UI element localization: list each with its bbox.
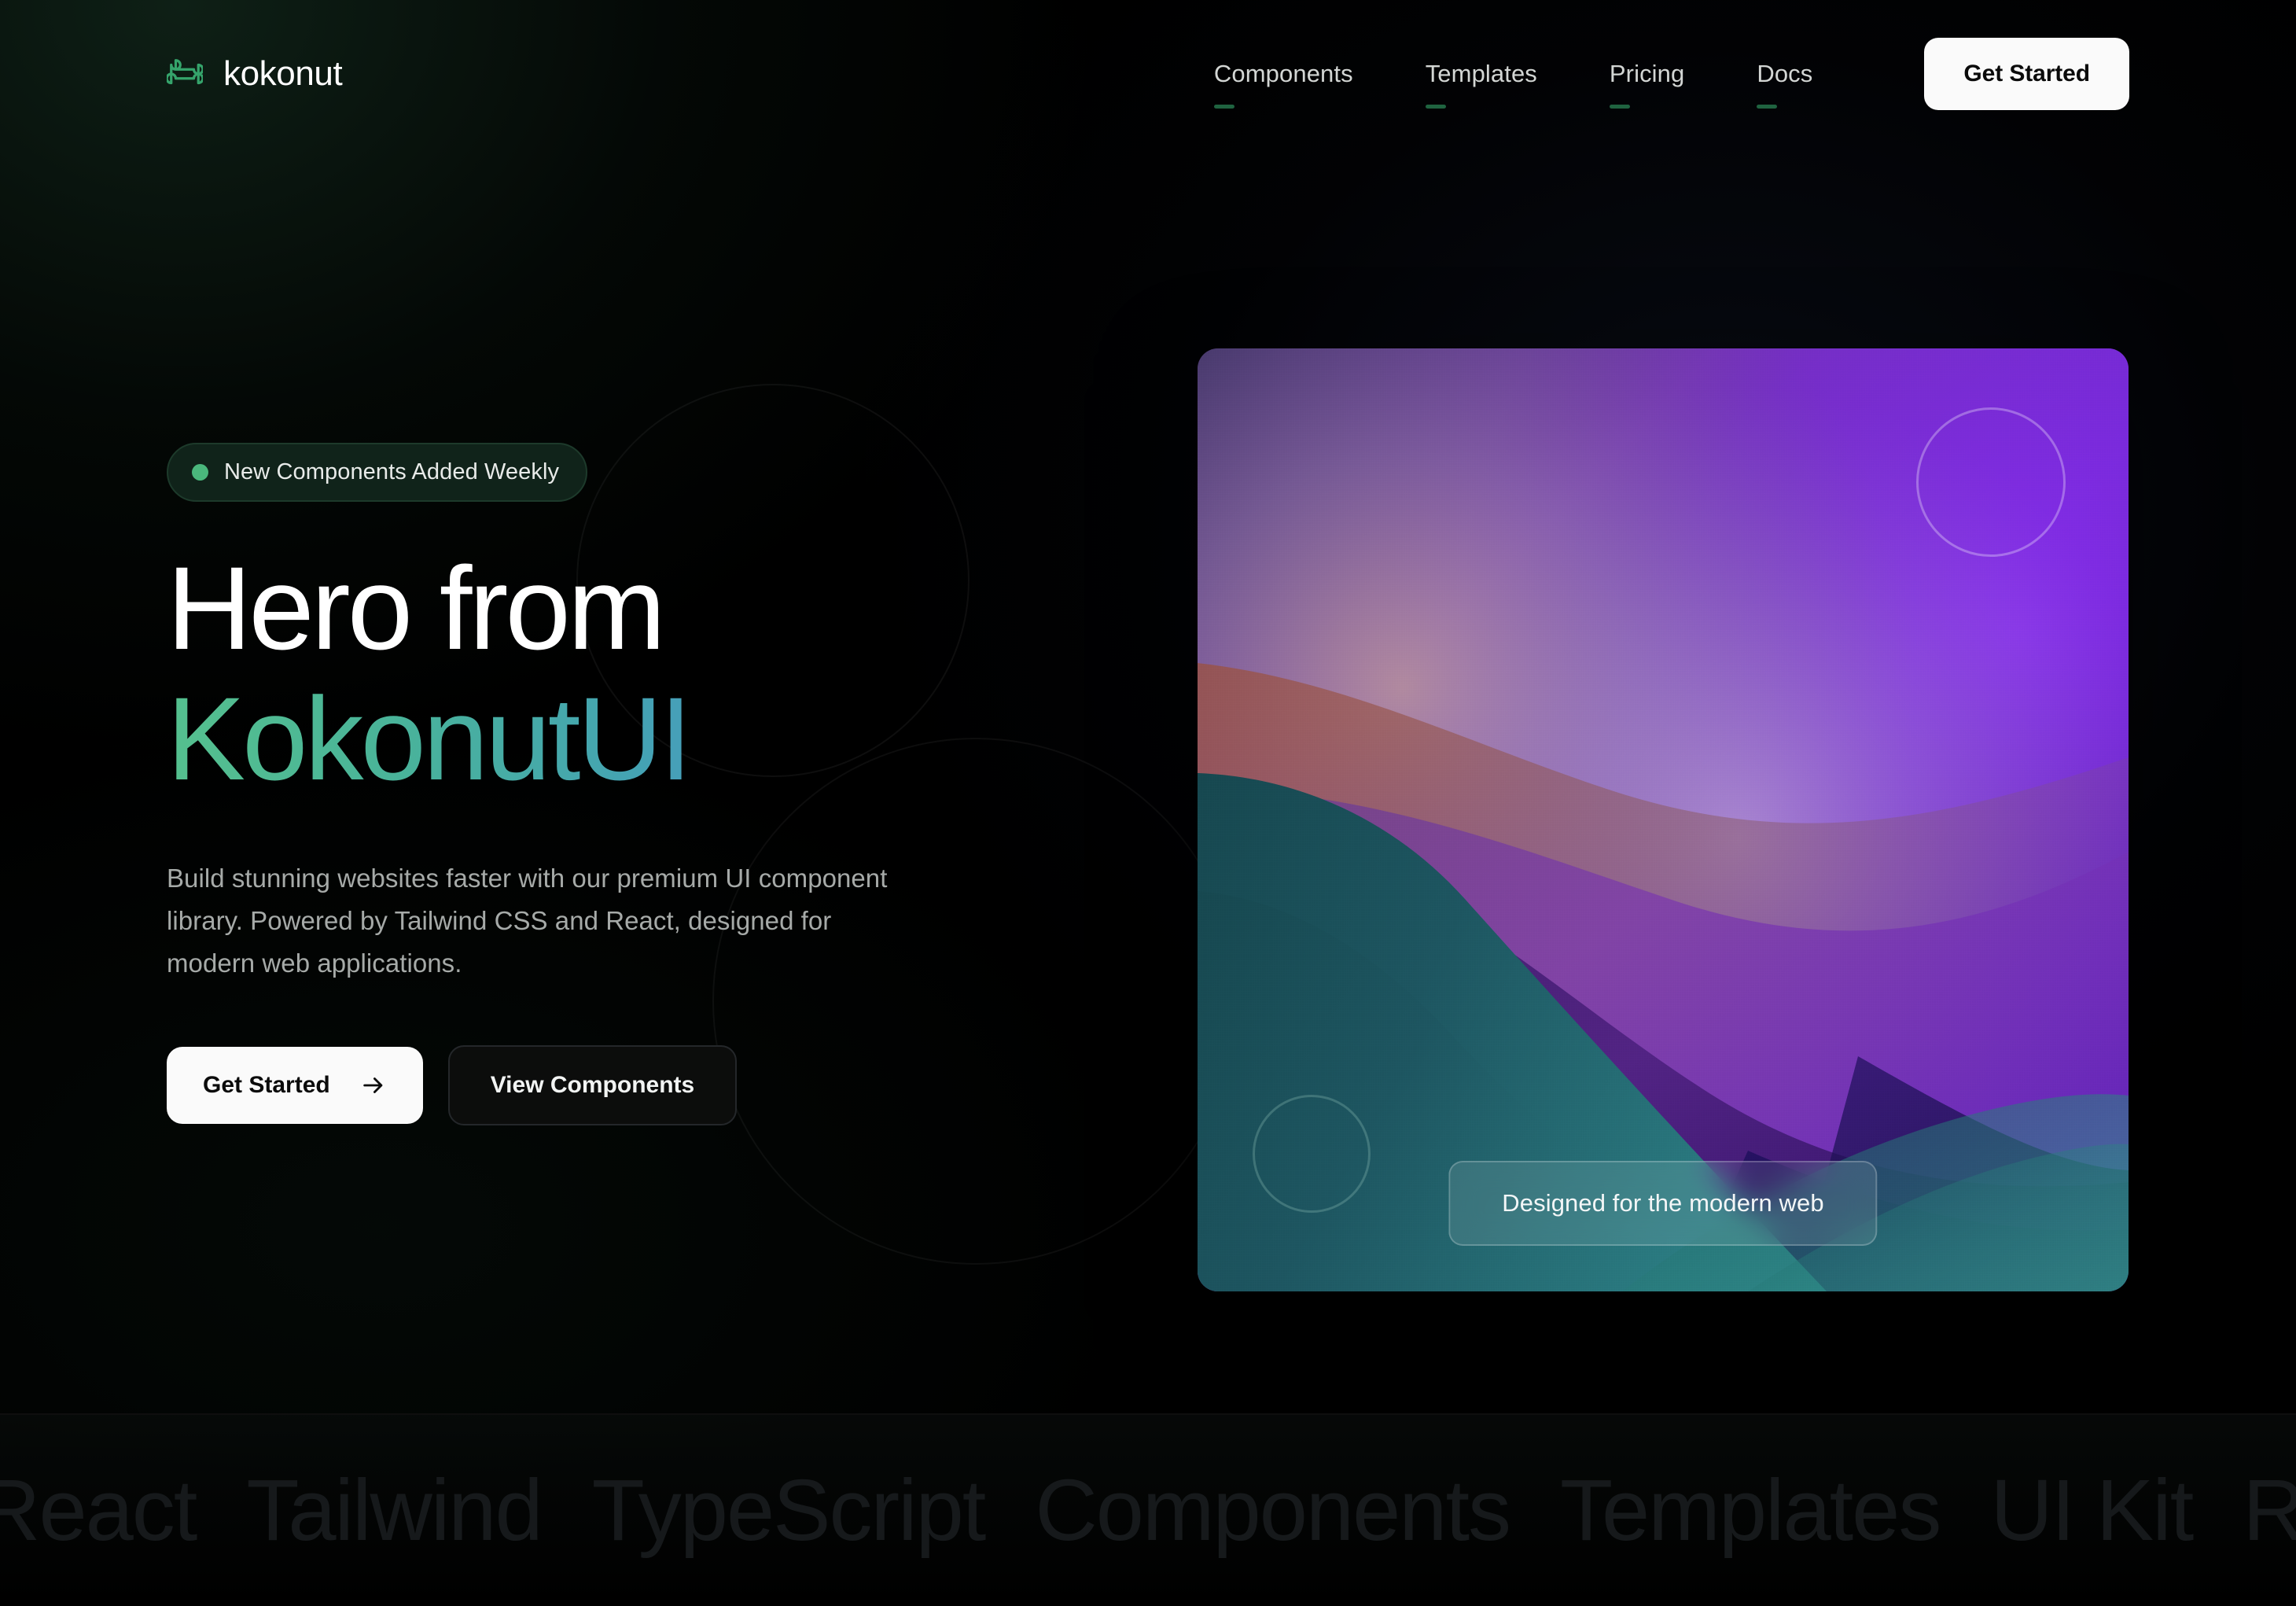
nav-item-templates[interactable]: Templates: [1389, 60, 1573, 109]
primary-navigation: Components Templates Pricing Docs: [1178, 60, 1849, 109]
nav-underline-components: [1213, 105, 1234, 109]
marquee-word: TypeScript: [591, 1461, 987, 1559]
announcement-badge[interactable]: New Components Added Weekly: [167, 443, 588, 502]
nav-underline-pricing: [1609, 105, 1630, 109]
brand-logo[interactable]: kokonut: [167, 54, 343, 94]
command-icon: [167, 59, 203, 85]
hero-get-started-button[interactable]: Get Started: [167, 1047, 423, 1125]
nav-underline-docs: [1757, 105, 1778, 109]
hero-get-started-label: Get Started: [203, 1072, 330, 1099]
hero-content: New Components Added Weekly Hero from Ko…: [167, 443, 1071, 1126]
marquee-track: React Tailwind TypeScript Components Tem…: [0, 1461, 2296, 1559]
hero-cta-row: Get Started View Components: [167, 1045, 1071, 1126]
header-get-started-button[interactable]: Get Started: [1924, 38, 2129, 110]
nav-item-docs[interactable]: Docs: [1720, 60, 1849, 109]
marquee-word: Templates: [1560, 1461, 1941, 1559]
announcement-badge-label: New Components Added Weekly: [224, 459, 560, 484]
hero-heading: Hero from KokonutUI: [167, 549, 1071, 797]
marquee-word: Tailwind: [246, 1461, 543, 1559]
hero-heading-line-2: KokonutUI: [167, 680, 1071, 797]
nav-item-components[interactable]: Components: [1178, 60, 1389, 109]
hero-subtitle: Build stunning websites faster with our …: [167, 864, 888, 978]
marquee-word: UI Kit: [1990, 1461, 2194, 1559]
technology-marquee: React Tailwind TypeScript Components Tem…: [0, 1413, 2296, 1606]
nav-item-pricing-label: Pricing: [1609, 60, 1685, 87]
status-dot-green-icon: [192, 464, 208, 481]
nav-item-pricing[interactable]: Pricing: [1573, 60, 1720, 109]
nav-item-templates-label: Templates: [1425, 60, 1537, 87]
card-caption-label: Designed for the modern web: [1502, 1189, 1824, 1217]
marquee-word: React: [0, 1461, 197, 1559]
gradient-mesh-artwork: [1198, 348, 2129, 1291]
brand-name: kokonut: [223, 54, 343, 93]
nav-item-docs-label: Docs: [1757, 60, 1813, 87]
hero-heading-line-1: Hero from: [167, 542, 666, 674]
nav-item-components-label: Components: [1213, 60, 1353, 87]
nav-underline-templates: [1425, 105, 1446, 109]
marquee-word: Components: [1035, 1461, 1511, 1559]
card-caption-pill: Designed for the modern web: [1448, 1161, 1878, 1246]
hero-gradient-card: Designed for the modern web: [1198, 348, 2129, 1291]
site-header: kokonut Components Templates Pricing Doc…: [0, 0, 2296, 148]
hero-view-components-button[interactable]: View Components: [447, 1045, 738, 1126]
page-root: kokonut Components Templates Pricing Doc…: [0, 0, 2296, 1606]
arrow-right-icon: [362, 1077, 383, 1094]
marquee-word: React: [2217, 1467, 2296, 1554]
